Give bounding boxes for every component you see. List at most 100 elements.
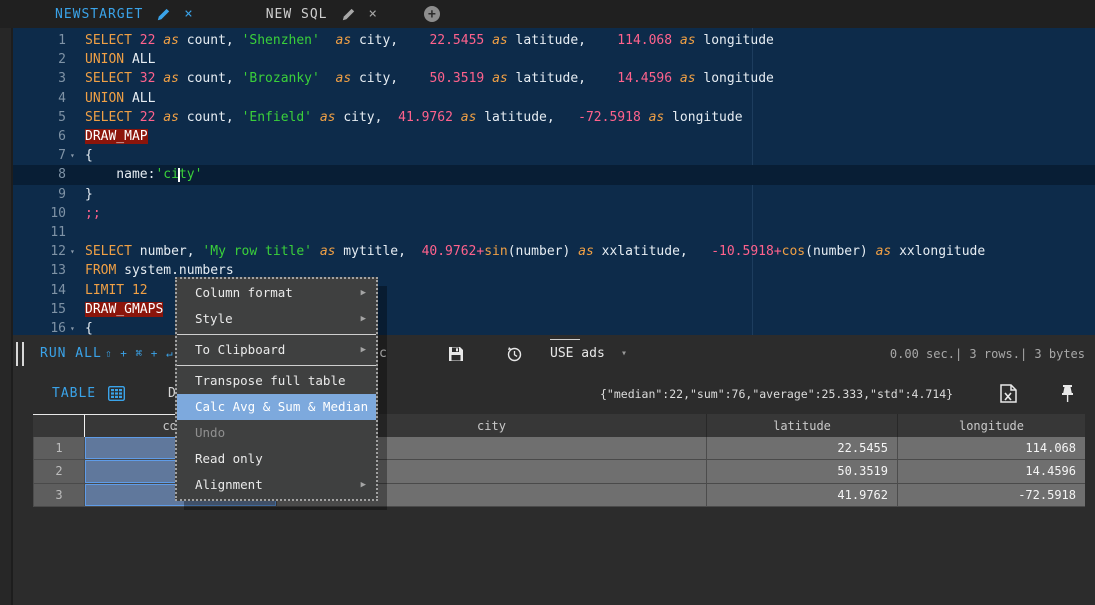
- code-text: LIMIT 12: [85, 281, 148, 300]
- table-grid-icon: [108, 386, 125, 401]
- column-stats-readout: {"median":22,"sum":76,"average":25.333,"…: [600, 387, 953, 401]
- tab-new-sql[interactable]: NEW SQL ×: [266, 6, 378, 22]
- line-number: 1: [13, 31, 66, 50]
- code-line-12[interactable]: 12▾SELECT number, 'My row title' as myti…: [13, 242, 1095, 261]
- menu-item-calc-avg-sum-median[interactable]: Calc Avg & Sum & Median: [177, 394, 376, 420]
- use-db-underline: [550, 339, 580, 340]
- export-excel-button[interactable]: [1000, 384, 1017, 403]
- close-tab-icon[interactable]: ×: [184, 6, 193, 22]
- line-number: 11: [13, 223, 66, 242]
- tab-new-sql-label: NEW SQL: [266, 7, 328, 22]
- query-stats: 0.00 sec.| 3 rows.| 3 bytes: [890, 347, 1085, 361]
- save-button[interactable]: [448, 346, 464, 362]
- edit-tab-icon[interactable]: [342, 8, 355, 21]
- code-line-6[interactable]: 6 DRAW_MAP: [13, 127, 1095, 146]
- partial-icon: c: [379, 346, 387, 361]
- submenu-arrow-icon: ▶: [361, 337, 366, 363]
- code-line-5[interactable]: 5 SELECT 22 as count, 'Enfield' as city, …: [13, 108, 1095, 127]
- cell-latitude[interactable]: 41.9762: [706, 484, 897, 507]
- tab-newstarget-label: NEWSTARGET: [55, 7, 143, 22]
- line-number: 4: [13, 89, 66, 108]
- tab-table-view[interactable]: TABLE: [52, 386, 125, 401]
- row-number[interactable]: 3: [33, 484, 84, 507]
- code-text: {: [85, 319, 93, 335]
- chevron-down-icon[interactable]: ▾: [621, 348, 627, 359]
- menu-item-to-clipboard[interactable]: To Clipboard▶: [177, 337, 376, 363]
- code-text: {: [85, 146, 93, 165]
- row-number-header: [33, 414, 84, 437]
- code-line-9[interactable]: 9}: [13, 185, 1095, 204]
- line-number: 7: [13, 146, 66, 165]
- line-number: 2: [13, 50, 66, 69]
- code-text: UNION ALL: [85, 50, 155, 69]
- close-tab-icon[interactable]: ×: [369, 6, 378, 22]
- code-text: SELECT 22 as count, 'Shenzhen' as city, …: [85, 31, 774, 50]
- menu-item-column-format[interactable]: Column format▶: [177, 280, 376, 306]
- left-rail: [0, 0, 13, 605]
- menu-item-undo: Undo: [177, 420, 376, 446]
- floppy-disk-icon: [448, 346, 464, 362]
- splitter-drag-handle[interactable]: [16, 342, 28, 366]
- menu-item-style[interactable]: Style▶: [177, 306, 376, 332]
- line-number: 13: [13, 261, 66, 280]
- column-header-longitude[interactable]: longitude: [897, 414, 1085, 437]
- add-tab-icon[interactable]: +: [424, 6, 440, 22]
- line-number: 5: [13, 108, 66, 127]
- line-number: 9: [13, 185, 66, 204]
- column-header-latitude[interactable]: latitude: [706, 414, 897, 437]
- editor-tab-bar: NEWSTARGET × NEW SQL × +: [0, 0, 1095, 28]
- table-tab-label: TABLE: [52, 386, 96, 401]
- line-number: 8: [13, 165, 66, 184]
- code-line-1[interactable]: 1 SELECT 22 as count, 'Shenzhen' as city,…: [13, 31, 1095, 50]
- submenu-arrow-icon: ▶: [361, 472, 366, 498]
- cell-longitude[interactable]: 14.4596: [897, 460, 1085, 483]
- run-shortcut-hint: ⇧ + ⌘ + ↵: [105, 347, 174, 360]
- fold-marker-icon[interactable]: ▾: [70, 319, 75, 335]
- code-text: DRAW_MAP: [85, 127, 148, 146]
- fold-marker-icon[interactable]: ▾: [70, 242, 75, 261]
- line-number: 10: [13, 204, 66, 223]
- code-text: SELECT 32 as count, 'Brozanky' as city, …: [85, 69, 774, 88]
- run-all-button[interactable]: RUN ALL: [40, 346, 102, 361]
- history-clock-icon: [506, 346, 522, 362]
- code-text: name:'city': [85, 165, 202, 184]
- code-line-3[interactable]: 3 SELECT 32 as count, 'Brozanky' as city,…: [13, 69, 1095, 88]
- edit-tab-icon[interactable]: [157, 8, 170, 21]
- table-context-menu: Column format▶Style▶ To Clipboard▶ Transpo…: [175, 277, 378, 501]
- pin-icon: [1061, 384, 1074, 402]
- database-select[interactable]: USE ads: [550, 346, 605, 361]
- tabix-sql-console: NEWSTARGET × NEW SQL × + 1 SELECT 22 as c…: [0, 0, 1095, 605]
- line-number: 14: [13, 281, 66, 300]
- menu-item-read-only[interactable]: Read only: [177, 446, 376, 472]
- cell-latitude[interactable]: 22.5455: [706, 437, 897, 460]
- row-number[interactable]: 1: [33, 437, 84, 460]
- pin-button[interactable]: [1061, 384, 1074, 402]
- cell-latitude[interactable]: 50.3519: [706, 460, 897, 483]
- row-number[interactable]: 2: [33, 460, 84, 483]
- submenu-arrow-icon: ▶: [361, 306, 366, 332]
- code-line-4[interactable]: 4 UNION ALL: [13, 89, 1095, 108]
- menu-item-transpose-full-table[interactable]: Transpose full table: [177, 368, 376, 394]
- code-text: UNION ALL: [85, 89, 155, 108]
- fold-marker-icon[interactable]: ▾: [70, 146, 75, 165]
- line-number: 3: [13, 69, 66, 88]
- code-text: DRAW_GMAPS: [85, 300, 163, 319]
- code-text: ;;: [85, 204, 101, 223]
- menu-separator: [177, 365, 376, 366]
- line-number: 12: [13, 242, 66, 261]
- code-text: }: [85, 185, 93, 204]
- code-line-11[interactable]: 11: [13, 223, 1095, 242]
- code-line-8[interactable]: 8 name:'city': [13, 165, 1095, 184]
- line-number: 6: [13, 127, 66, 146]
- tab-newstarget[interactable]: NEWSTARGET ×: [55, 6, 194, 22]
- menu-item-alignment[interactable]: Alignment▶: [177, 472, 376, 498]
- code-line-10[interactable]: 10;;: [13, 204, 1095, 223]
- code-line-2[interactable]: 2 UNION ALL: [13, 50, 1095, 69]
- menu-separator: [177, 334, 376, 335]
- code-line-7[interactable]: 7▾ {: [13, 146, 1095, 165]
- cell-longitude[interactable]: 114.068: [897, 437, 1085, 460]
- cell-longitude[interactable]: -72.5918: [897, 484, 1085, 507]
- submenu-arrow-icon: ▶: [361, 280, 366, 306]
- query-history-button[interactable]: [506, 346, 522, 362]
- code-text: SELECT 22 as count, 'Enfield' as city, 4…: [85, 108, 743, 127]
